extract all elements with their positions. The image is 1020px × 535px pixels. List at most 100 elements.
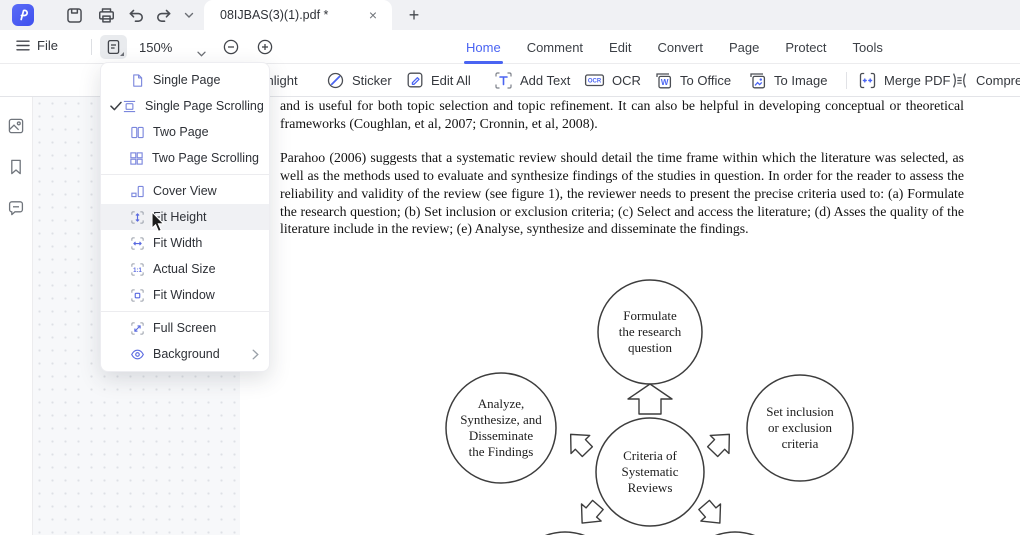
toolbar-separator [91, 39, 92, 55]
menu-item-single-page-scrolling[interactable]: Single Page Scrolling [101, 93, 269, 119]
zoom-level-value[interactable]: 150% [139, 40, 172, 55]
tab-tools[interactable]: Tools [851, 30, 885, 64]
figure-systematic-review-diagram: Formulate the research question Analyze,… [440, 267, 860, 535]
left-panel-bar [0, 97, 33, 535]
sticker-label: Sticker [352, 72, 392, 88]
page-view-dropdown-menu: Single Page Single Page Scrolling Two Pa… [100, 62, 270, 372]
main-menu-row: File 150% Home Comment Edit Convert Page… [0, 30, 1020, 64]
full-screen-icon [129, 320, 145, 336]
ocr-button[interactable]: OCR OCR [584, 64, 641, 96]
cover-view-icon [129, 183, 145, 199]
menu-item-two-page[interactable]: Two Page [101, 119, 269, 145]
sticker-button[interactable]: Sticker [326, 64, 392, 96]
arrow-up-right [706, 433, 731, 458]
menu-item-actual-size[interactable]: 1:1 Actual Size [101, 256, 269, 282]
app-logo[interactable] [12, 4, 34, 26]
page-thumbnails-icon[interactable] [7, 117, 25, 135]
merge-pdf-label: Merge PDF [884, 72, 951, 88]
add-text-button[interactable]: Add Text [494, 64, 570, 96]
menu-item-cover-view[interactable]: Cover View [101, 178, 269, 204]
document-tab[interactable]: 08IJBAS(3)(1).pdf * × [204, 0, 392, 30]
arrow-up [627, 383, 673, 415]
document-paragraph: Parahoo (2006) suggests that a systemati… [280, 150, 964, 237]
file-menu-label: File [37, 38, 58, 53]
menu-item-full-screen[interactable]: Full Screen [101, 315, 269, 341]
ocr-icon-text: OCR [588, 79, 602, 85]
page-view-mode-button[interactable] [100, 35, 127, 59]
zoom-in-button[interactable] [255, 37, 275, 57]
tab-edit[interactable]: Edit [607, 30, 633, 64]
to-office-label: To Office [680, 72, 732, 88]
two-page-icon [129, 124, 145, 140]
arrow-up-left [569, 433, 594, 458]
menu-item-single-page[interactable]: Single Page [101, 67, 269, 93]
circle-label-criteria-set: Set inclusion or exclusion criteria [766, 404, 834, 451]
ocr-icon: OCR [584, 74, 605, 87]
to-image-button[interactable]: To Image [748, 64, 827, 96]
edit-all-icon [407, 72, 423, 88]
menu-item-fit-window[interactable]: Fit Window [101, 282, 269, 308]
zoom-out-button[interactable] [221, 37, 241, 57]
tab-protect[interactable]: Protect [783, 30, 828, 64]
submenu-chevron-icon [252, 349, 259, 360]
to-office-icon: W [656, 72, 672, 88]
merge-pdf-button[interactable]: Merge PDF [858, 64, 950, 96]
fit-width-icon [129, 235, 145, 251]
history-caret-icon[interactable] [179, 5, 199, 25]
actual-size-icon-text: 1:1 [133, 267, 142, 273]
document-text-block: and is useful for both topic selection a… [280, 97, 964, 238]
actual-size-icon: 1:1 [129, 261, 145, 277]
comments-icon[interactable] [7, 199, 25, 217]
menu-separator [101, 174, 269, 175]
document-paragraph: and is useful for both topic selection a… [280, 98, 964, 131]
menu-item-background[interactable]: Background [101, 341, 269, 367]
tab-comment[interactable]: Comment [525, 30, 585, 64]
single-page-icon [129, 72, 145, 88]
toolbar-separator [846, 72, 847, 89]
fit-height-icon [129, 209, 145, 225]
pdf-editor-window: 08IJBAS(3)(1).pdf * × + File 150% Home C… [0, 0, 1020, 535]
fit-window-icon [129, 287, 145, 303]
file-menu-button[interactable]: File [16, 38, 58, 53]
check-icon [110, 101, 122, 111]
tab-home[interactable]: Home [464, 30, 503, 64]
menu-item-two-page-scrolling[interactable]: Two Page Scrolling [101, 145, 269, 171]
bookmarks-icon[interactable] [7, 158, 25, 176]
save-icon[interactable] [64, 5, 84, 25]
add-text-icon [495, 71, 512, 89]
to-image-icon [750, 72, 766, 88]
window-tab-bar: 08IJBAS(3)(1).pdf * × + [0, 0, 1020, 30]
add-text-label: Add Text [520, 72, 571, 88]
edit-all-label: Edit All [431, 72, 471, 88]
background-icon [129, 346, 145, 362]
document-tab-title: 08IJBAS(3)(1).pdf * [220, 8, 329, 22]
tab-convert[interactable]: Convert [655, 30, 705, 64]
arrow-down-left [580, 499, 604, 524]
single-page-scrolling-icon [122, 98, 137, 114]
tab-close-icon[interactable]: × [364, 7, 382, 23]
circle-label-analyze: Analyze, Synthesize, and Disseminate the… [460, 396, 542, 459]
zoom-caret-icon[interactable] [197, 44, 206, 62]
hamburger-icon [16, 40, 30, 51]
to-office-button[interactable]: W To Office [654, 64, 731, 96]
menu-item-fit-height[interactable]: Fit Height [101, 204, 269, 230]
circle-label-formulate: Formulate the research question [618, 308, 682, 355]
arrow-down-right [698, 499, 722, 524]
edit-all-button[interactable]: Edit All [406, 64, 471, 96]
to-office-icon-text: W [661, 77, 669, 86]
print-icon[interactable] [96, 5, 116, 25]
tab-page[interactable]: Page [727, 30, 761, 64]
redo-icon[interactable] [153, 5, 173, 25]
compress-button[interactable]: Compress [950, 64, 1020, 96]
menu-item-fit-width[interactable]: Fit Width [101, 230, 269, 256]
undo-icon[interactable] [126, 5, 146, 25]
two-page-scrolling-icon [128, 150, 144, 166]
mouse-cursor [151, 210, 166, 238]
menu-separator [101, 311, 269, 312]
ocr-label: OCR [612, 72, 641, 88]
ribbon-tabs: Home Comment Edit Convert Page Protect T… [464, 30, 885, 64]
compress-label: Compress [976, 72, 1020, 88]
page-view-icon [107, 39, 120, 55]
circle-label-criteria-center: Criteria of Systematic Reviews [621, 448, 679, 495]
new-tab-button[interactable]: + [402, 3, 426, 27]
